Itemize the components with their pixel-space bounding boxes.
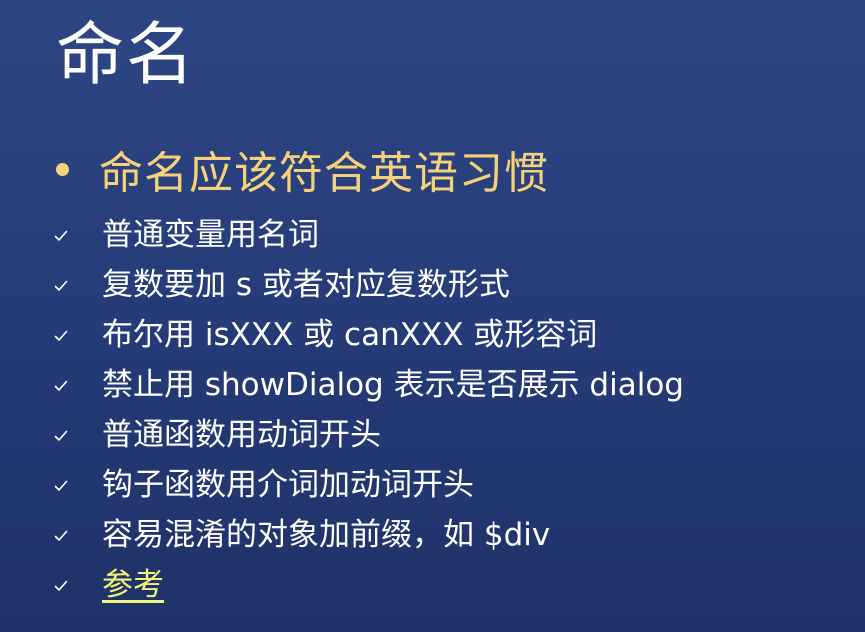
list-item: 容易混淆的对象加前缀，如 $div — [54, 506, 684, 556]
list-item-text: 布尔用 isXXX 或 canXXX 或形容词 — [102, 316, 598, 353]
checkmark-icon — [54, 380, 68, 391]
list-item-text: 禁止用 showDialog 表示是否展示 dialog — [102, 366, 684, 403]
sub-bullet-list: 普通变量用名词 复数要加 s 或者对应复数形式 布尔用 isXXX 或 canX… — [54, 206, 684, 606]
list-item-text: 复数要加 s 或者对应复数形式 — [102, 266, 510, 303]
list-item: 钩子函数用介词加动词开头 — [54, 456, 684, 506]
checkmark-icon — [54, 480, 68, 491]
checkmark-icon — [54, 430, 68, 441]
list-item-text: 容易混淆的对象加前缀，如 $div — [102, 516, 551, 553]
main-bullet: 命名应该符合英语习惯 — [56, 138, 549, 200]
slide-title: 命名 — [56, 16, 197, 95]
checkmark-icon — [54, 330, 68, 341]
checkmark-icon — [54, 580, 68, 591]
list-item: 布尔用 isXXX 或 canXXX 或形容词 — [54, 306, 684, 356]
list-item-text: 普通变量用名词 — [102, 216, 319, 253]
list-item-text: 钩子函数用介词加动词开头 — [102, 466, 474, 503]
list-item-text: 普通函数用动词开头 — [102, 416, 381, 453]
slide: 命名 命名应该符合英语习惯 普通变量用名词 复数要加 s 或者对应复数形式 布尔… — [0, 0, 865, 632]
list-item: 普通函数用动词开头 — [54, 406, 684, 456]
reference-link[interactable]: 参考 — [102, 559, 164, 604]
list-item: 普通变量用名词 — [54, 206, 684, 256]
list-item-link: 参考 — [54, 556, 684, 606]
list-item: 复数要加 s 或者对应复数形式 — [54, 256, 684, 306]
main-bullet-text: 命名应该符合英语习惯 — [99, 148, 549, 199]
bullet-dot-icon — [56, 162, 69, 176]
checkmark-icon — [54, 280, 68, 291]
checkmark-icon — [54, 530, 68, 541]
checkmark-icon — [54, 230, 68, 241]
list-item: 禁止用 showDialog 表示是否展示 dialog — [54, 356, 684, 406]
